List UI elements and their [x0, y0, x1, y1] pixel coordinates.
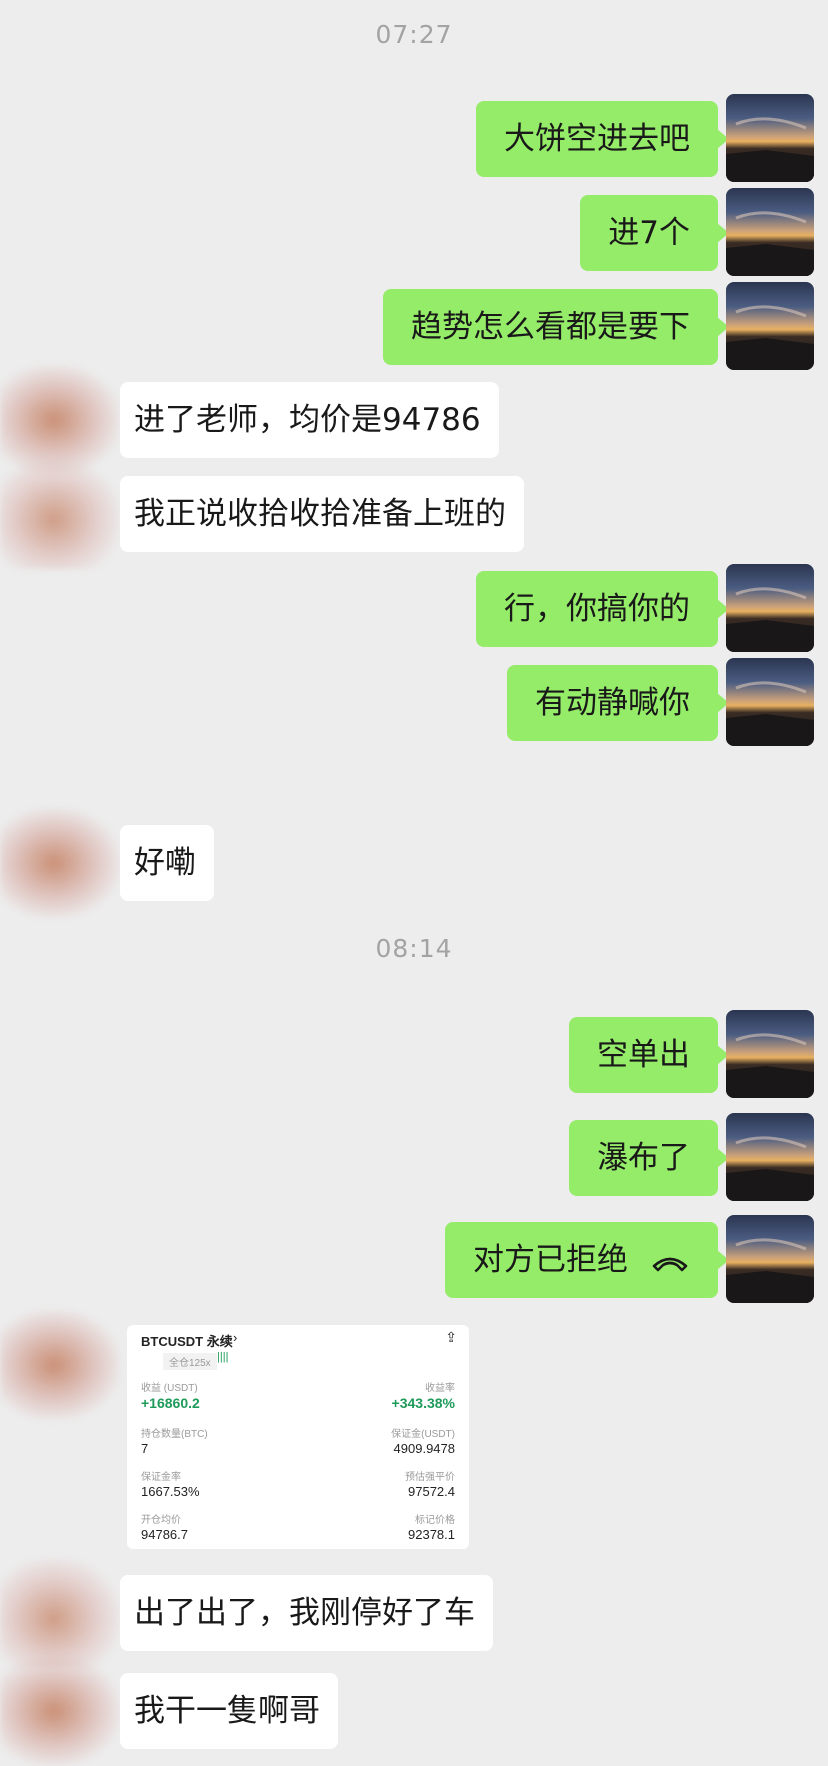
- leverage-bars-icon: ||||: [217, 1351, 229, 1363]
- avatar[interactable]: [0, 1310, 120, 1420]
- avatar[interactable]: [726, 188, 814, 276]
- avatar[interactable]: [726, 94, 814, 182]
- symbol-title: BTCUSDT 永续: [141, 1334, 233, 1349]
- avatar[interactable]: [0, 459, 120, 569]
- message-row: 大饼空进去吧: [0, 94, 828, 184]
- message-bubble[interactable]: 有动静喊你: [507, 665, 729, 741]
- liq-value: 97572.4: [408, 1484, 455, 1499]
- margin-value: 4909.9478: [393, 1441, 455, 1456]
- message-bubble[interactable]: 空单出: [569, 1017, 729, 1093]
- qty-label: 持仓数量(BTC): [141, 1429, 208, 1440]
- margin-mode-badge: 全仓125x: [163, 1353, 217, 1370]
- message-row: 我正说收拾收拾准备上班的: [0, 459, 828, 569]
- avatar[interactable]: [726, 564, 814, 652]
- timestamp: 08:14: [375, 934, 453, 963]
- message-bubble[interactable]: 我干一隻啊哥: [120, 1673, 338, 1749]
- margin-rate-label: 保证金率: [141, 1472, 181, 1483]
- message-row: 进7个: [0, 188, 828, 278]
- avatar[interactable]: [726, 658, 814, 746]
- avatar[interactable]: [726, 1215, 814, 1303]
- open-price-value: 94786.7: [141, 1527, 188, 1542]
- message-bubble[interactable]: 进了老师，均价是94786: [120, 382, 499, 458]
- open-price-label: 开仓均价: [141, 1515, 181, 1526]
- message-row: 空单出: [0, 1010, 828, 1100]
- message-row: 我干一隻啊哥: [0, 1656, 828, 1766]
- message-row: 出了出了，我刚停好了车: [0, 1558, 828, 1668]
- chevron-right-icon: ›: [233, 1330, 238, 1345]
- pnl-value: +16860.2: [141, 1395, 200, 1411]
- message-bubble[interactable]: 好嘞: [120, 825, 214, 901]
- message-bubble[interactable]: 出了出了，我刚停好了车: [120, 1575, 493, 1651]
- message-bubble[interactable]: 大饼空进去吧: [476, 101, 729, 177]
- timestamp: 07:27: [375, 20, 453, 49]
- mark-price-label: 标记价格: [415, 1515, 455, 1526]
- avatar[interactable]: [726, 1113, 814, 1201]
- roi-label: 收益率: [425, 1383, 455, 1394]
- margin-label: 保证金(USDT): [391, 1429, 455, 1440]
- mark-price-value: 92378.1: [408, 1527, 455, 1542]
- message-bubble[interactable]: 瀑布了: [569, 1120, 729, 1196]
- share-icon: ⇪: [445, 1329, 457, 1345]
- message-bubble[interactable]: 行，你搞你的: [476, 571, 729, 647]
- message-row: 行，你搞你的: [0, 564, 828, 654]
- hangup-phone-icon: [650, 1224, 690, 1300]
- message-bubble[interactable]: 趋势怎么看都是要下: [383, 289, 729, 365]
- message-row: 进了老师，均价是94786: [0, 365, 828, 475]
- qty-value: 7: [141, 1441, 149, 1456]
- avatar[interactable]: [726, 282, 814, 370]
- liq-label: 预估强平价: [405, 1472, 455, 1483]
- pnl-label: 收益 (USDT): [141, 1383, 198, 1394]
- avatar[interactable]: [0, 808, 120, 918]
- trade-screenshot[interactable]: BTCUSDT 永续 › ⇪ 全仓125x |||| 收益 (USDT) 收益率…: [127, 1325, 469, 1549]
- call-status-bubble[interactable]: 对方已拒绝: [445, 1222, 729, 1300]
- avatar[interactable]: [0, 1558, 120, 1668]
- margin-rate-value: 1667.53%: [141, 1484, 200, 1499]
- roi-value: +343.38%: [391, 1395, 455, 1411]
- message-row: 趋势怎么看都是要下: [0, 282, 828, 372]
- message-bubble[interactable]: 进7个: [580, 195, 729, 271]
- message-row: 瀑布了: [0, 1113, 828, 1203]
- call-status-text: 对方已拒绝: [473, 1242, 628, 1278]
- message-row: 对方已拒绝: [0, 1215, 828, 1305]
- avatar[interactable]: [726, 1010, 814, 1098]
- message-row: 好嘞: [0, 808, 828, 918]
- message-row: 有动静喊你: [0, 658, 828, 748]
- message-bubble[interactable]: 我正说收拾收拾准备上班的: [120, 476, 524, 552]
- avatar[interactable]: [0, 1656, 120, 1766]
